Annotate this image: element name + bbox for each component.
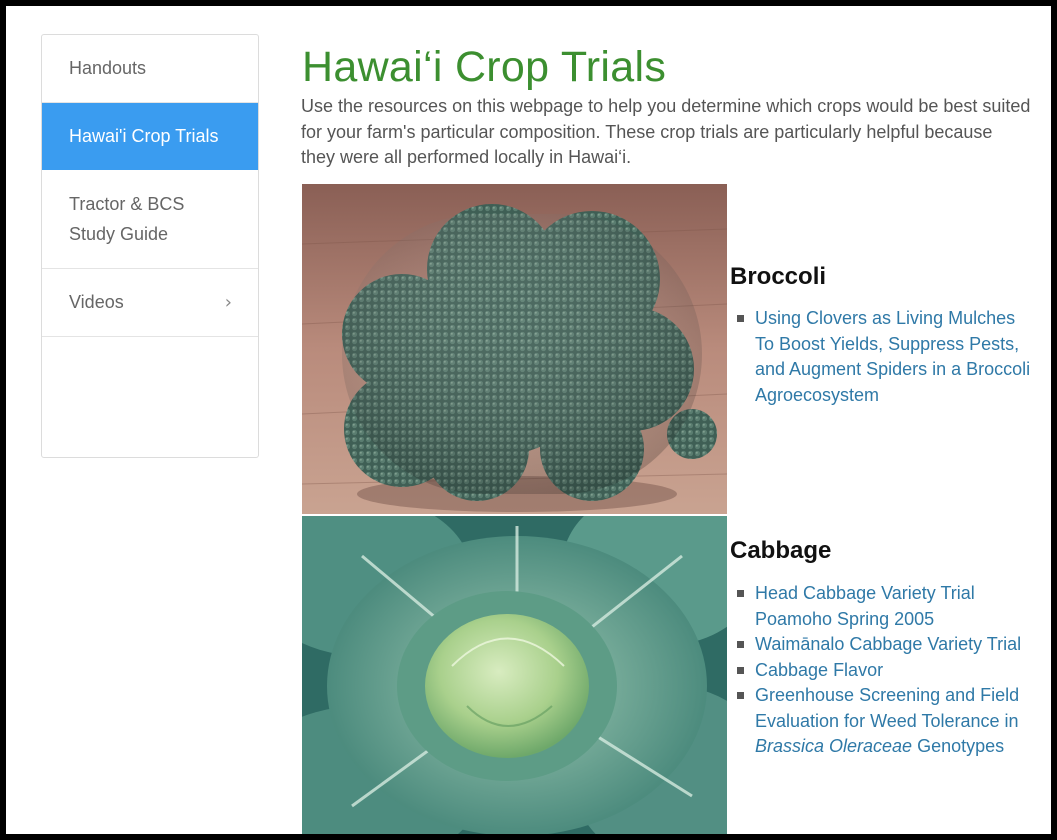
bullet-icon: [737, 315, 744, 322]
sidebar-item-label: Handouts: [69, 58, 147, 78]
cabbage-image: [302, 516, 727, 834]
crop-trial-link[interactable]: Cabbage Flavor: [755, 660, 883, 680]
page-title: Hawai‘i Crop Trials: [302, 43, 667, 91]
cabbage-links-list: Head Cabbage Variety Trial Poamoho Sprin…: [737, 581, 1037, 760]
sidebar-item-crop-trials[interactable]: Hawai'i Crop Trials: [42, 103, 258, 170]
broccoli-image: [302, 184, 727, 514]
chevron-right-icon: ›: [224, 292, 232, 313]
crop-trial-link[interactable]: Using Clovers as Living Mulches To Boost…: [755, 308, 1030, 405]
bullet-icon: [737, 692, 744, 699]
crop-trial-link[interactable]: Waimānalo Cabbage Variety Trial: [755, 634, 1021, 654]
list-item: Cabbage Flavor: [737, 658, 1037, 684]
crop-trial-link[interactable]: Greenhouse Screening and Field Evaluatio…: [755, 685, 1019, 756]
broccoli-photo: [302, 184, 727, 514]
crop-trial-link[interactable]: Head Cabbage Variety Trial Poamoho Sprin…: [755, 583, 975, 629]
crop-title-broccoli: Broccoli: [730, 263, 827, 290]
broccoli-links-list: Using Clovers as Living Mulches To Boost…: [737, 306, 1037, 408]
intro-paragraph: Use the resources on this webpage to hel…: [301, 96, 1031, 167]
sidebar-item-tractor-study-guide[interactable]: Tractor & BCS Study Guide: [42, 170, 258, 269]
cabbage-photo: [302, 516, 727, 834]
sidebar-item-label: Videos: [69, 292, 124, 312]
page-frame: Handouts Hawai'i Crop Trials Tractor & B…: [6, 6, 1051, 834]
bullet-icon: [737, 666, 744, 674]
crop-title-cabbage: Cabbage: [730, 537, 832, 564]
list-item: Greenhouse Screening and Field Evaluatio…: [737, 683, 1037, 760]
bullet-icon: [737, 590, 744, 597]
sidebar-item-videos[interactable]: Videos ›: [42, 269, 258, 337]
sidebar-nav: Handouts Hawai'i Crop Trials Tractor & B…: [41, 34, 259, 458]
list-item: Using Clovers as Living Mulches To Boost…: [737, 306, 1037, 408]
sidebar-item-handouts[interactable]: Handouts: [42, 35, 258, 103]
sidebar-item-label: Tractor & BCS Study Guide: [69, 194, 185, 244]
list-item: Head Cabbage Variety Trial Poamoho Sprin…: [737, 581, 1037, 632]
bullet-icon: [737, 641, 744, 648]
sidebar-item-label: Hawai'i Crop Trials: [69, 126, 219, 146]
list-item: Waimānalo Cabbage Variety Trial: [737, 632, 1037, 658]
